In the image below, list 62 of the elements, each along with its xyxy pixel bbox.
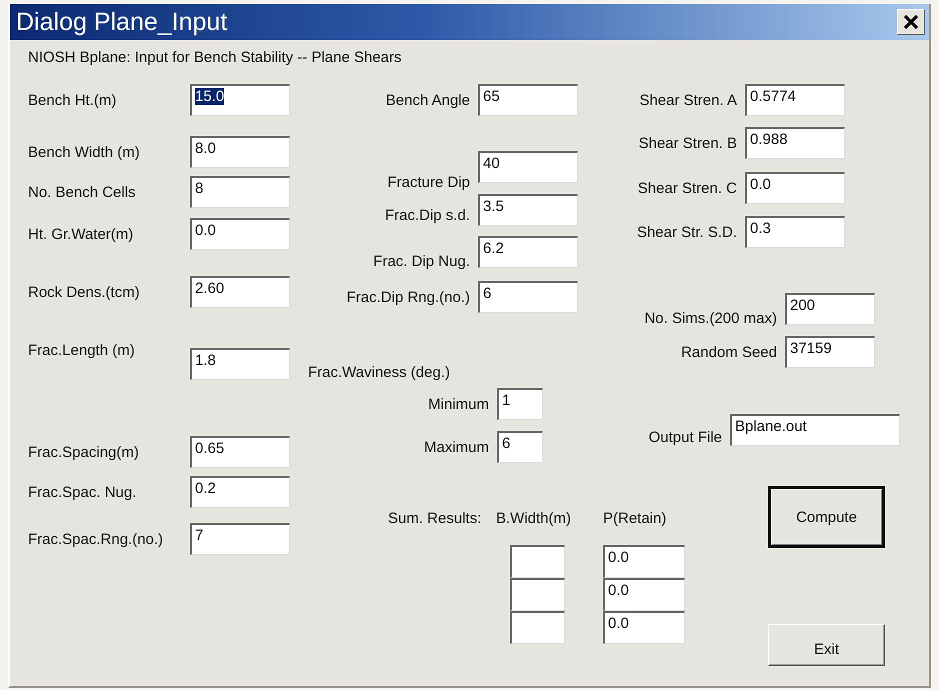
output-field[interactable]: 0.0 [603,545,685,578]
output-field[interactable] [510,578,565,611]
input-field[interactable]: 6 [478,281,578,313]
field-label: Shear Stren. A [639,92,737,108]
input-field[interactable]: 8 [190,176,290,208]
field-label: Random Seed [681,344,777,360]
input-field[interactable]: 0.65 [190,436,290,468]
input-field[interactable]: 1 [497,388,543,420]
input-field[interactable]: 0.0 [745,172,845,204]
output-field[interactable]: 0.0 [603,611,685,644]
input-field[interactable]: 15.0 [190,84,290,116]
field-label: Bench Angle [386,92,470,108]
column-header: P(Retain) [603,509,668,527]
input-field[interactable]: 7 [190,523,290,555]
input-field[interactable]: 65 [478,84,578,116]
field-label: Frac.Dip s.d. [384,206,470,224]
input-field[interactable]: 6 [497,431,543,463]
field-label: Fracture Dip [387,174,470,191]
default-button[interactable]: Compute [768,486,885,548]
field-label: Bench Width (m) [28,144,141,160]
input-field[interactable]: 40 [478,151,578,183]
input-field[interactable]: 1.8 [190,348,290,380]
field-label: Frac. Dip Nug. [373,252,470,270]
output-field[interactable] [510,545,565,578]
field-label: Bench Ht.(m) [28,92,118,108]
close-button[interactable] [897,9,925,35]
input-field[interactable]: 0.3 [745,216,845,248]
field-label: Frac.Spac.Rng.(no.) [28,530,164,548]
dialog-heading: NIOSH Bplane: Input for Bench Stability -- Plane Shears [28,49,402,66]
field-label: Shear Str. S.D. [636,224,737,240]
field-label: Minimum [427,396,489,412]
column-header: B.Width(m) [496,509,572,527]
field-label: No. Bench Cells [28,184,137,200]
output-field[interactable]: 0.0 [603,578,685,611]
results-label: Sum. Results: [388,509,482,527]
input-field[interactable]: 2.60 [190,276,290,308]
window-title: Dialog Plane_Input [16,8,228,36]
field-label: Maximum [422,438,489,456]
dialog-button[interactable]: Exit [768,624,885,666]
input-field[interactable]: Bplane.out [730,414,900,446]
field-label: Shear Stren. C [638,180,737,196]
field-label: Ht. Gr.Water(m) [28,226,134,242]
field-label: Frac.Dip Rng.(no.) [346,288,470,306]
field-label: Output File [648,428,722,446]
input-field[interactable]: 0.988 [745,127,845,159]
input-field[interactable]: 0.2 [190,476,290,508]
input-field[interactable]: 200 [785,293,875,325]
input-field[interactable]: 37159 [785,336,875,368]
field-label: Frac.Spac. Nug. [28,484,138,500]
input-field[interactable]: 0.0 [190,218,290,250]
field-label: Shear Stren. B [638,134,737,152]
input-field[interactable]: 3.5 [478,194,578,226]
output-field[interactable] [510,611,565,644]
field-label: No. Sims.(200 max) [644,310,777,326]
field-label: Frac.Length (m) [28,342,136,359]
close-icon [902,13,920,31]
input-field[interactable]: 8.0 [190,136,290,168]
group-label: Frac.Waviness (deg.) [308,364,450,381]
field-label: Rock Dens.(tcm) [28,284,141,300]
input-field[interactable]: 6.2 [478,236,578,268]
input-field[interactable]: 0.5774 [745,84,845,116]
field-label: Frac.Spacing(m) [28,444,140,460]
